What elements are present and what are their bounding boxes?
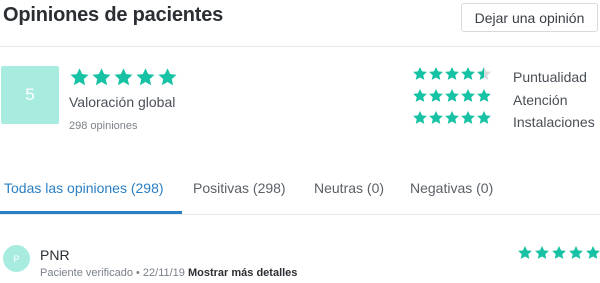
overall-rating-label: Valoración global — [69, 94, 176, 110]
star-icon — [461, 111, 475, 124]
review-filter-tabs: Todas las opiniones (298) Positivas (298… — [0, 180, 600, 215]
star-icon — [429, 89, 443, 102]
half-star-icon — [477, 67, 491, 80]
star-icon — [158, 68, 177, 86]
star-icon — [70, 68, 89, 86]
review-verified-date: Paciente verificado • 22/11/19 — [40, 267, 185, 279]
facilities-label: Instalaciones — [513, 114, 595, 130]
star-icon — [461, 89, 475, 102]
tabs-divider — [0, 214, 600, 215]
star-icon — [477, 89, 491, 102]
leave-review-button[interactable]: Dejar una opinión — [461, 3, 598, 32]
overall-rating-stars — [69, 67, 178, 88]
star-icon — [535, 246, 549, 259]
tab-negative[interactable]: Negativas (0) — [410, 180, 493, 196]
tab-neutral[interactable]: Neutras (0) — [314, 180, 384, 196]
star-icon — [92, 68, 111, 86]
attention-rating-stars — [412, 88, 492, 104]
tab-positive[interactable]: Positivas (298) — [193, 180, 286, 196]
review-meta: Paciente verificado • 22/11/19 Mostrar m… — [40, 267, 297, 279]
reviewer-name: PNR — [40, 247, 70, 263]
overall-score-badge: 5 — [1, 66, 59, 124]
star-icon — [136, 68, 155, 86]
show-more-details-link[interactable]: Mostrar más detalles — [188, 267, 297, 279]
star-icon — [114, 68, 133, 86]
header-divider — [0, 46, 600, 47]
star-icon — [552, 246, 566, 259]
star-icon — [445, 67, 459, 80]
star-icon — [477, 111, 491, 124]
facilities-rating-stars — [412, 110, 492, 126]
overall-review-count: 298 opiniones — [69, 120, 138, 132]
star-icon — [429, 111, 443, 124]
star-icon — [445, 111, 459, 124]
star-icon — [569, 246, 583, 259]
star-icon — [413, 89, 427, 102]
review-rating-stars — [517, 245, 600, 261]
tab-all-reviews[interactable]: Todas las opiniones (298) — [4, 180, 164, 196]
star-icon — [445, 89, 459, 102]
star-icon — [518, 246, 532, 259]
punctuality-label: Puntualidad — [513, 69, 587, 85]
star-icon — [413, 67, 427, 80]
reviewer-avatar: P — [3, 245, 30, 272]
star-icon — [461, 67, 475, 80]
page-title: Opiniones de pacientes — [3, 4, 224, 26]
attention-label: Atención — [513, 92, 568, 108]
star-icon — [429, 67, 443, 80]
star-icon — [586, 246, 600, 259]
punctuality-rating-stars — [412, 66, 492, 82]
star-icon — [413, 111, 427, 124]
